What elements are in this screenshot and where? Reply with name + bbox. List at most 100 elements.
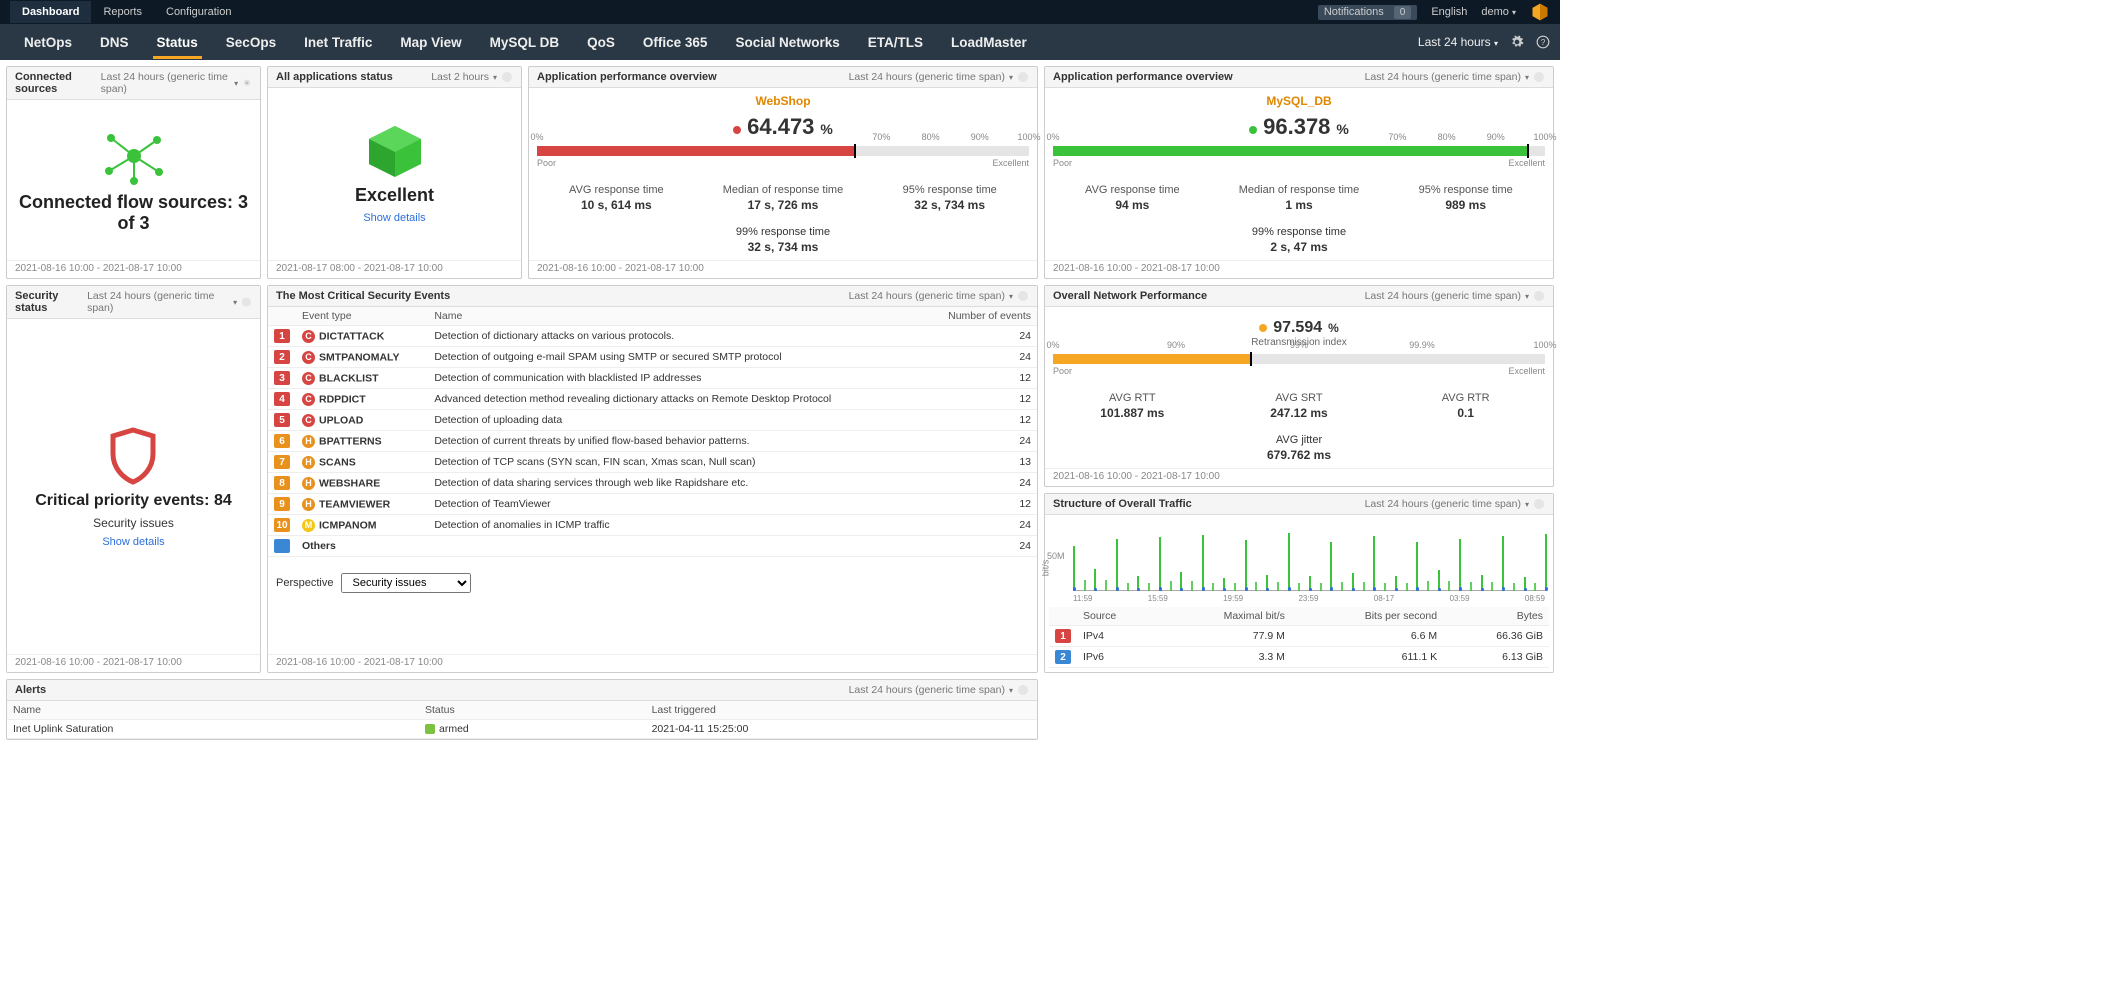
metric-value: 17 s, 726 ms [704,198,863,212]
gear-icon[interactable] [501,71,513,83]
table-row[interactable]: 1CDICTATTACKDetection of dictionary atta… [268,326,1037,347]
shield-icon [106,426,161,486]
nav-qos[interactable]: QoS [573,26,629,59]
table-row[interactable]: 1IPv477.9 M6.6 M66.36 GiB [1049,626,1549,647]
time-range[interactable]: Last 24 hours (generic time span) [1365,71,1521,83]
gear-icon[interactable] [242,77,252,89]
security-events-table: Event type Name Number of events 1CDICTA… [268,307,1037,557]
gear-icon[interactable] [1533,71,1545,83]
time-range[interactable]: Last 24 hours (generic time span) [849,684,1005,696]
table-row[interactable]: Others24 [268,536,1037,557]
time-range[interactable]: Last 24 hours (generic time span) [1365,498,1521,510]
user-menu[interactable]: demo ▾ [1481,6,1516,18]
topnav-dashboard[interactable]: Dashboard [10,1,91,23]
gear-icon[interactable] [1510,35,1524,49]
module-footer: 2021-08-16 10:00 - 2021-08-17 10:00 [7,654,260,672]
metric-value: 1 ms [1220,198,1379,212]
col-alert-status[interactable]: Status [419,701,646,720]
table-row[interactable]: 7HSCANSDetection of TCP scans (SYN scan,… [268,452,1037,473]
score-bar: 0%70%80%90%100% PoorExcellent [1053,146,1545,168]
table-row[interactable]: 10MICMPANOMDetection of anomalies in ICM… [268,515,1037,536]
app-name[interactable]: MySQL_DB [1053,94,1545,108]
table-row[interactable]: 6HBPATTERNSDetection of current threats … [268,431,1037,452]
table-row[interactable]: 9HTEAMVIEWERDetection of TeamViewer12 [268,494,1037,515]
network-nodes-icon [99,126,169,186]
navbar: NetOpsDNSStatusSecOpsInet TrafficMap Vie… [0,24,1560,60]
module-title: The Most Critical Security Events [276,290,450,302]
security-issues-sub: Security issues [93,516,174,530]
col-num-events[interactable]: Number of events [922,307,1037,326]
time-range[interactable]: Last 24 hours (generic time span) [1365,290,1521,302]
col-bps[interactable]: Bits per second [1291,607,1443,626]
metric-label: AVG RTT [1053,392,1212,404]
critical-events-text: Critical priority events: 84 [35,492,232,510]
language-selector[interactable]: English [1431,6,1467,18]
table-row[interactable]: Inet Uplink Saturationarmed2021-04-11 15… [7,720,1037,739]
table-row[interactable]: 2IPv63.3 M611.1 K6.13 GiB [1049,647,1549,668]
topnav-reports[interactable]: Reports [91,1,154,23]
metric-value: 10 s, 614 ms [537,198,696,212]
gear-icon[interactable] [241,296,252,308]
module-app-status: All applications status Last 2 hours ▾ E… [267,66,522,279]
module-footer: 2021-08-16 10:00 - 2021-08-17 10:00 [529,260,1037,278]
severity-icon: M [302,519,315,532]
module-title: Application performance overview [1053,71,1233,83]
nav-eta/tls[interactable]: ETA/TLS [854,26,937,59]
nav-social-networks[interactable]: Social Networks [721,26,853,59]
time-range[interactable]: Last 24 hours (generic time span) [849,290,1005,302]
gear-icon[interactable] [1017,684,1029,696]
help-icon[interactable]: ? [1536,35,1550,49]
nav-inet-traffic[interactable]: Inet Traffic [290,26,386,59]
traffic-chart[interactable]: bit/s 50M 11:5915:5919:5923:5908-1703:59… [1073,523,1545,603]
table-row[interactable]: 2CSMTPANOMALYDetection of outgoing e-mai… [268,347,1037,368]
time-range-selector[interactable]: Last 24 hours ▾ [1418,35,1498,49]
col-alert-last[interactable]: Last triggered [646,701,1037,720]
col-name[interactable]: Name [428,307,922,326]
table-row[interactable]: 8HWEBSHAREDetection of data sharing serv… [268,473,1037,494]
col-source[interactable]: Source [1077,607,1159,626]
notifications-button[interactable]: Notifications 0 [1318,5,1417,20]
table-row[interactable]: 4CRDPDICTAdvanced detection method revea… [268,389,1037,410]
module-security-events: The Most Critical Security Events Last 2… [267,285,1038,673]
metric-label: 99% response time [537,226,1029,238]
rank-badge: 5 [274,413,290,427]
gear-icon[interactable] [1533,498,1545,510]
table-row[interactable]: 3CBLACKLISTDetection of communication wi… [268,368,1037,389]
perspective-select[interactable]: Security issues [341,573,471,593]
show-details-link[interactable]: Show details [102,536,164,548]
nav-dns[interactable]: DNS [86,26,143,59]
notifications-count: 0 [1394,6,1412,19]
connected-flow-text: Connected flow sources: 3 of 3 [15,192,252,234]
gear-icon[interactable] [1017,290,1029,302]
nav-status[interactable]: Status [143,26,212,59]
show-details-link[interactable]: Show details [363,212,425,224]
app-name[interactable]: WebShop [537,94,1029,108]
score-pct: % [820,121,832,137]
col-max-bits[interactable]: Maximal bit/s [1159,607,1291,626]
nav-secops[interactable]: SecOps [212,26,290,59]
col-alert-name[interactable]: Name [7,701,419,720]
time-range[interactable]: Last 24 hours (generic time span) [101,71,230,95]
col-event-type[interactable]: Event type [296,307,428,326]
time-range[interactable]: Last 24 hours (generic time span) [849,71,1005,83]
metric-label: AVG response time [1053,184,1212,196]
topnav-configuration[interactable]: Configuration [154,1,243,23]
gear-icon[interactable] [1533,290,1545,302]
nav-netops[interactable]: NetOps [10,26,86,59]
score-value: 64.473 [747,114,814,140]
time-range[interactable]: Last 24 hours (generic time span) [87,290,229,314]
col-bytes[interactable]: Bytes [1443,607,1549,626]
nav-loadmaster[interactable]: LoadMaster [937,26,1041,59]
nav-office-365[interactable]: Office 365 [629,26,722,59]
time-range[interactable]: Last 2 hours [431,71,489,83]
score-bar: 0%90%99%99.9%100% PoorExcellent [1053,354,1545,376]
gear-icon[interactable] [1017,71,1029,83]
table-row[interactable]: 5CUPLOADDetection of uploading data12 [268,410,1037,431]
chevron-down-icon: ▾ [1009,292,1013,301]
severity-icon: C [302,393,315,406]
nav-map-view[interactable]: Map View [386,26,475,59]
module-title: Overall Network Performance [1053,290,1207,302]
score-pct: % [1328,321,1339,335]
nav-mysql-db[interactable]: MySQL DB [476,26,574,59]
rank-badge: 2 [274,350,290,364]
